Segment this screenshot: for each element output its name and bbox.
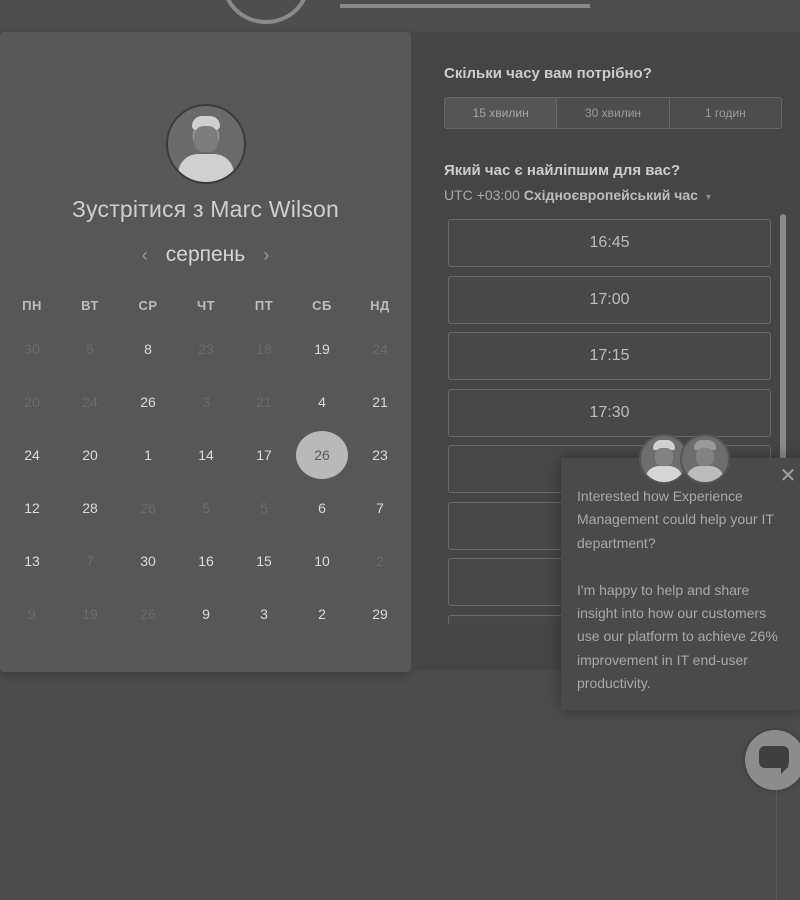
calendar-day: 21: [256, 394, 272, 410]
chat-message-paragraph: Interested how Experience Management cou…: [577, 488, 774, 551]
calendar-day[interactable]: 26: [128, 390, 168, 414]
calendar-day[interactable]: 19: [302, 337, 342, 361]
calendar-card: Зустрітися з Marc Wilson ‹ серпень › ПН В…: [0, 32, 411, 672]
calendar-day-selected[interactable]: 26: [296, 431, 348, 479]
calendar-day[interactable]: 3: [244, 602, 284, 626]
calendar-day[interactable]: 12: [12, 496, 52, 520]
divider: [776, 790, 777, 900]
timezone-selector[interactable]: UTC +03:00 Східноєвропейський час ▾: [444, 187, 711, 203]
calendar-day[interactable]: 13: [12, 549, 52, 573]
weekday-label: ЧТ: [196, 298, 216, 313]
calendar-day: 2: [376, 553, 384, 569]
month-label: серпень: [165, 243, 246, 266]
weekday-label: ПН: [22, 298, 42, 313]
calendar-day[interactable]: 29: [360, 602, 400, 626]
weekday-label: НД: [370, 298, 390, 313]
host-avatar: [166, 104, 246, 184]
duration-15-button[interactable]: 15 хвилин: [445, 98, 558, 128]
calendar-day[interactable]: 4: [302, 390, 342, 414]
weekday-header: ПН ВТ СР ЧТ ПТ СБ НД: [0, 298, 411, 318]
weekday-label: ПТ: [254, 298, 274, 313]
duration-selector: 15 хвилин 30 хвилин 1 годин: [444, 97, 782, 129]
calendar-day[interactable]: 2: [302, 602, 342, 626]
calendar-day[interactable]: 24: [12, 443, 52, 467]
time-slot-button[interactable]: 17:00: [448, 275, 771, 324]
chat-message: Interested how Experience Management cou…: [577, 485, 791, 696]
chevron-down-icon: ▾: [705, 192, 711, 203]
calendar-day: 20: [24, 394, 40, 410]
calendar-day[interactable]: 15: [244, 549, 284, 573]
calendar-day[interactable]: 14: [186, 443, 226, 467]
calendar-day[interactable]: 17: [244, 443, 284, 467]
calendar-day: 26: [140, 606, 156, 622]
calendar-day[interactable]: 28: [70, 496, 110, 520]
timezone-name: Східноєвропейський час: [523, 187, 698, 203]
next-month-button[interactable]: ›: [263, 245, 269, 266]
weekday-label: СР: [138, 298, 158, 313]
calendar-day: 5: [260, 500, 268, 516]
chat-launcher-button[interactable]: [745, 730, 800, 790]
weekday-label: СБ: [312, 298, 332, 313]
duration-heading: Скільки часу вам потрібно?: [444, 65, 652, 82]
timezone-offset: UTC +03:00: [444, 187, 520, 203]
calendar-day[interactable]: 30: [128, 549, 168, 573]
calendar-day: 19: [82, 606, 98, 622]
calendar-day[interactable]: 9: [186, 602, 226, 626]
close-icon[interactable]: ✕: [778, 466, 798, 486]
weekday-label: ВТ: [81, 298, 99, 313]
calendar-day[interactable]: 7: [360, 496, 400, 520]
calendar-day: 24: [82, 394, 98, 410]
calendar-day: 7: [86, 553, 94, 569]
meeting-title: Зустрітися з Marc Wilson: [71, 196, 340, 222]
month-navigator: ‹ серпень ›: [0, 240, 411, 270]
calendar-day[interactable]: 21: [360, 390, 400, 414]
duration-30-button[interactable]: 30 хвилин: [557, 98, 670, 128]
calendar-day: 26: [140, 500, 156, 516]
calendar-day: 5: [86, 341, 94, 357]
time-slot-button[interactable]: 16:45: [448, 219, 771, 267]
logo-wordmark: [340, 0, 590, 8]
chat-bubble-icon: [759, 746, 789, 768]
calendar-day: 3: [202, 394, 210, 410]
prev-month-button[interactable]: ‹: [142, 245, 148, 266]
calendar-day[interactable]: 6: [302, 496, 342, 520]
calendar-day: 30: [24, 341, 40, 357]
calendar-day: 24: [372, 341, 388, 357]
agent-avatar-2: [680, 434, 730, 484]
calendar-day[interactable]: 20: [70, 443, 110, 467]
calendar-day[interactable]: 8: [128, 337, 168, 361]
calendar-grid: 30 5 8 23 18 19 24 20 24 26 3 21 4 21 24 20 1 14 17 26 23 12 2…: [0, 337, 411, 667]
calendar-day[interactable]: 10: [302, 549, 342, 573]
calendar-day: 23: [198, 341, 214, 357]
calendar-day: 5: [202, 500, 210, 516]
duration-60-button[interactable]: 1 годин: [670, 98, 781, 128]
time-slot-button[interactable]: 17:15: [448, 332, 771, 380]
chat-message-paragraph: I'm happy to help and share insight into…: [577, 581, 778, 692]
time-heading: Який час є найліпшим для вас?: [444, 162, 681, 179]
calendar-day: 9: [28, 606, 36, 622]
calendar-day[interactable]: 16: [186, 549, 226, 573]
time-slot-button[interactable]: 17:30: [448, 388, 771, 437]
slot-list-scrollbar[interactable]: [780, 214, 786, 464]
calendar-day[interactable]: 23: [360, 443, 400, 467]
calendar-day: 18: [256, 341, 272, 357]
calendar-day[interactable]: 1: [128, 443, 168, 467]
